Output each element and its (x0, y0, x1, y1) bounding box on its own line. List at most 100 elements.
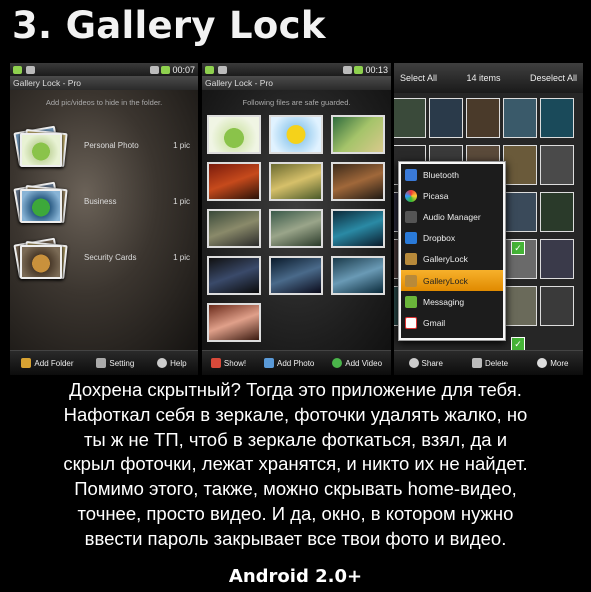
folders-hint: Add pic/videos to hide in the folder. (45, 98, 163, 107)
folder-count: 1 pic (173, 196, 190, 206)
page-title: 3. Gallery Lock (12, 4, 326, 47)
folder-count: 1 pic (173, 252, 190, 262)
photo-thumbnail[interactable] (207, 303, 261, 342)
menu-item-messaging[interactable]: Messaging (401, 291, 503, 312)
more-button[interactable]: More (537, 358, 568, 368)
help-button[interactable]: Help (157, 358, 187, 368)
photo-thumbnail[interactable] (429, 98, 463, 138)
photo-thumbnail[interactable] (269, 162, 323, 201)
photo-thumbnail[interactable] (540, 286, 574, 326)
help-icon (157, 358, 168, 368)
check-icon[interactable]: ✓ (511, 337, 525, 351)
photo-thumbnail[interactable] (331, 256, 385, 295)
folder-thumbnail (13, 237, 70, 280)
add-video-button[interactable]: Add Video (332, 358, 382, 368)
status-bar: 00:13 (202, 63, 391, 76)
settings-icon (26, 65, 35, 74)
messaging-icon (405, 295, 417, 308)
photo-thumbnail[interactable] (207, 256, 261, 295)
folder-name: Personal Photo (84, 140, 139, 150)
photo-thumbnail[interactable] (331, 162, 385, 201)
photo-thumbnail[interactable] (466, 98, 500, 138)
dropbox-icon (405, 232, 417, 245)
setting-button[interactable]: Setting (96, 358, 134, 368)
menu-item-gallerylock-selected[interactable]: GalleryLock (401, 269, 503, 292)
signal-icon (150, 65, 160, 74)
photo-thumbnail[interactable] (269, 256, 323, 295)
delete-button[interactable]: Delete (472, 358, 508, 368)
screenshot-share-menu: Select All 14 items Deselect All ✓ ✓ Blu… (394, 63, 583, 375)
photo-thumbnail[interactable] (540, 98, 574, 138)
select-all-button[interactable]: Select All (400, 73, 437, 83)
menu-item-gmail[interactable]: Gmail (401, 312, 503, 333)
screenshot-folders: 00:07 Gallery Lock - Pro Add pic/videos … (10, 63, 198, 375)
android-icon (13, 65, 22, 74)
menu-item-audio-manager[interactable]: Audio Manager (401, 206, 503, 227)
status-time: 00:07 (172, 64, 195, 75)
wrench-icon (96, 358, 107, 368)
folder-icon (21, 358, 32, 368)
folder-count: 1 pic (173, 140, 190, 150)
android-icon (205, 65, 214, 74)
status-time: 00:13 (365, 64, 388, 75)
more-icon (537, 358, 548, 368)
check-icon[interactable]: ✓ (511, 241, 525, 255)
bottom-toolbar: Add Folder Setting Help (10, 350, 198, 375)
photo-thumbnail[interactable] (540, 192, 574, 232)
photo-thumbnail[interactable] (503, 286, 537, 326)
photo-thumbnail[interactable] (207, 162, 261, 201)
show-button[interactable]: Show! (210, 358, 246, 368)
add-folder-button[interactable]: Add Folder (21, 358, 74, 368)
folder-thumbnail (13, 181, 70, 224)
screenshot-guarded-files: 00:13 Gallery Lock - Pro Following files… (202, 63, 391, 375)
menu-item-dropbox[interactable]: Dropbox (401, 228, 503, 249)
photo-thumbnail[interactable] (503, 98, 537, 138)
menu-item-gallerylock[interactable]: GalleryLock (401, 249, 503, 270)
photo-thumbnail[interactable] (269, 115, 323, 154)
photo-thumbnail[interactable] (540, 145, 574, 185)
photo-thumbnail[interactable] (331, 209, 385, 248)
bottom-toolbar: Share Delete More (394, 350, 583, 375)
settings-icon (218, 65, 227, 74)
app-title: Gallery Lock - Pro (202, 76, 391, 90)
add-photo-button[interactable]: Add Photo (264, 358, 314, 368)
thumbnail-grid (207, 115, 385, 342)
gallery-icon (405, 274, 417, 287)
guarded-hint: Following files are safe guarded. (242, 98, 351, 107)
folder-name: Business (84, 196, 117, 206)
share-button[interactable]: Share (408, 358, 443, 368)
picasa-icon (405, 189, 417, 202)
signal-icon (343, 65, 353, 74)
photo-thumbnail[interactable] (269, 209, 323, 248)
gmail-icon (405, 316, 417, 329)
items-count: 14 items (466, 73, 501, 83)
folder-name: Security Cards (84, 252, 137, 262)
bluetooth-icon (405, 168, 417, 181)
folder-thumbnail (13, 125, 70, 168)
folder-business[interactable]: Business 1 pic (13, 181, 196, 224)
folder-security-cards[interactable]: Security Cards 1 pic (13, 237, 196, 280)
menu-item-picasa[interactable]: Picasa (401, 185, 503, 206)
selection-bar: Select All 14 items Deselect All (394, 63, 583, 93)
photo-thumbnail[interactable] (331, 115, 385, 154)
photo-thumbnail[interactable] (503, 192, 537, 232)
android-version: Android 2.0+ (228, 566, 363, 587)
battery-icon (161, 65, 171, 74)
photo-thumbnail[interactable] (207, 209, 261, 248)
photo-thumbnail[interactable] (540, 239, 574, 279)
bottom-toolbar: Show! Add Photo Add Video (202, 350, 391, 375)
description-text: Дохрена скрытный? Тогда это приложение д… (63, 379, 528, 549)
menu-item-bluetooth[interactable]: Bluetooth (401, 164, 503, 185)
photo-thumbnail[interactable] (394, 98, 426, 138)
app-title: Gallery Lock - Pro (10, 76, 198, 90)
video-icon (332, 358, 343, 368)
photo-thumbnail[interactable] (503, 145, 537, 185)
folder-personal-photo[interactable]: Personal Photo 1 pic (13, 125, 196, 168)
photo-thumbnail[interactable] (207, 115, 261, 154)
deselect-all-button[interactable]: Deselect All (530, 73, 577, 83)
share-menu: Bluetooth Picasa Audio Manager Dropbox G… (398, 161, 506, 341)
gallery-icon (405, 253, 417, 266)
status-bar: 00:07 (10, 63, 198, 76)
show-icon (210, 358, 221, 368)
trash-icon (472, 358, 482, 368)
